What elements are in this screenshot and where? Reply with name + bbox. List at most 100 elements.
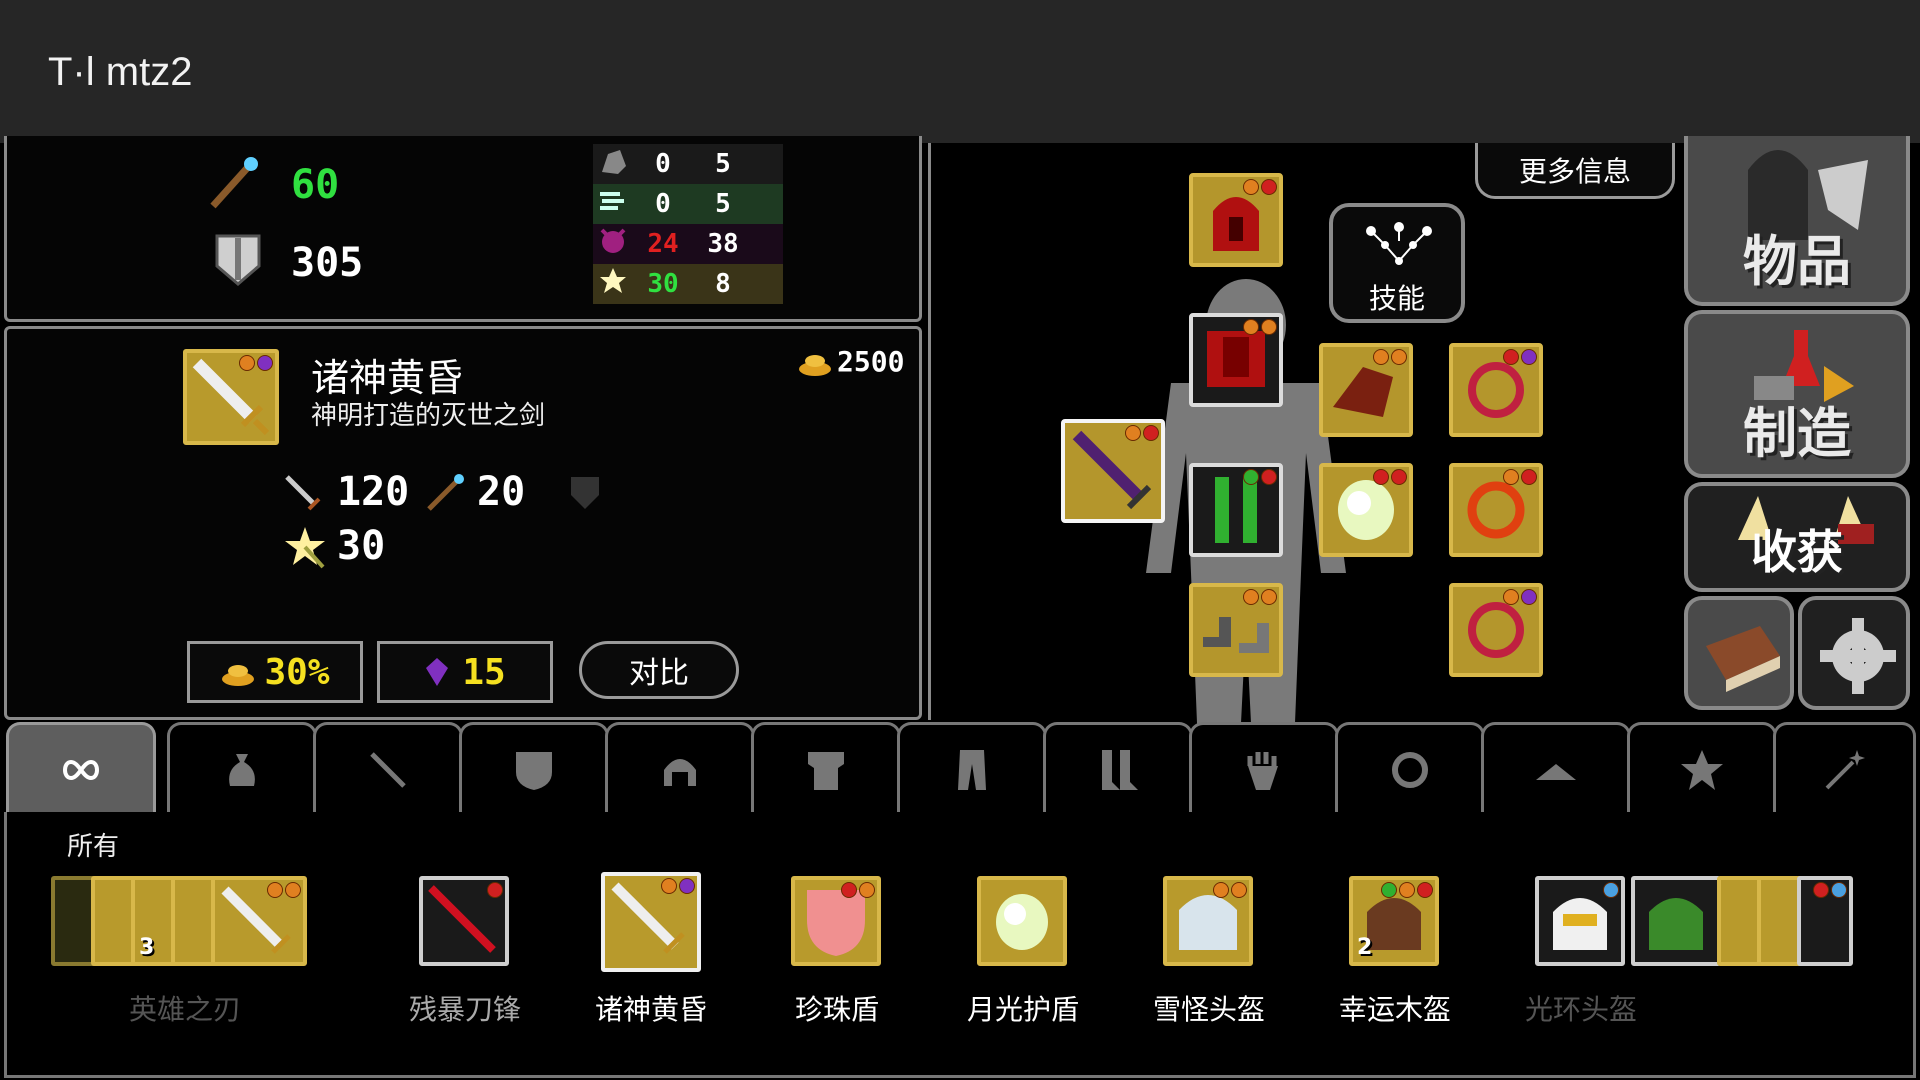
journal-button[interactable]: [1684, 596, 1794, 710]
list-item[interactable]: 雪怪头盔: [1119, 860, 1299, 1030]
boots-icon: [1102, 749, 1138, 790]
harvest-menu-button[interactable]: 收获: [1684, 482, 1910, 592]
window-titlebar: T·l mtz2: [0, 0, 1920, 143]
rock-icon: [593, 146, 633, 183]
gem-count-value: 15: [462, 651, 506, 693]
boots-slot[interactable]: [1189, 583, 1283, 677]
tab-shield[interactable]: [459, 722, 609, 814]
settings-button[interactable]: [1798, 596, 1910, 710]
gem-sockets: [1381, 882, 1433, 898]
gem-sockets: [1373, 469, 1407, 485]
resource-max: 5: [715, 189, 731, 219]
skills-label: 技能: [1368, 282, 1425, 315]
staff-stat-icon: [427, 474, 464, 511]
tab-boots[interactable]: [1043, 722, 1193, 814]
item-name: 幸运木盔: [1338, 993, 1451, 1026]
tab-wand[interactable]: [1773, 722, 1916, 814]
stats-panel: 60 305 0 5 0 5 24 38 30 8: [4, 136, 922, 322]
item-name: 诸神黄昏: [594, 993, 707, 1026]
demon-icon: [593, 226, 633, 263]
gloves-slot[interactable]: [1319, 343, 1413, 437]
inventory-list: 所有 3 英雄之刃 残暴刀锋 诸神黄昏 珍珠盾 月光护盾 雪怪头盔 2 幸运木盔…: [4, 812, 1916, 1078]
gem-sockets: [239, 355, 273, 371]
tab-pants[interactable]: [897, 722, 1047, 814]
list-item[interactable]: 残暴刀锋: [375, 860, 555, 1030]
armor-icon: [215, 234, 261, 286]
ring-slot-1[interactable]: [1449, 343, 1543, 437]
tab-helmet[interactable]: [605, 722, 755, 814]
gem-sockets: [267, 882, 301, 898]
item-frame: [1163, 876, 1253, 966]
tab-ring[interactable]: [1335, 722, 1485, 814]
wind-icon: [593, 186, 633, 223]
resource-max: 8: [715, 269, 731, 299]
resource-row: 30 8: [593, 264, 783, 304]
more-info-button[interactable]: 更多信息: [1475, 143, 1675, 199]
skills-button[interactable]: 技能: [1329, 203, 1465, 323]
shield-slot[interactable]: [1319, 463, 1413, 557]
moon-shield-icon: [996, 894, 1048, 950]
item-frame: 2: [1349, 876, 1439, 966]
gold-bonus-box: 30%: [187, 641, 363, 703]
hat-icon: [1536, 763, 1576, 780]
resource-max: 38: [707, 229, 739, 259]
resource-row: 0 5: [593, 144, 783, 184]
stack-count: 2: [1357, 935, 1373, 960]
equipment-area: 更多信息 技能: [928, 143, 1684, 823]
list-item[interactable]: 月光护盾: [933, 860, 1113, 1030]
weapon-slot[interactable]: [1061, 419, 1165, 523]
item-price: 2500: [837, 345, 905, 378]
gold-pile-icon: [799, 355, 831, 376]
tab-all[interactable]: [6, 722, 156, 814]
chest-armor-icon: [808, 751, 844, 790]
list-item[interactable]: 诸神黄昏: [561, 860, 741, 1030]
item-detail-panel: 诸神黄昏 神明打造的灭世之剑 2500 120 20 30 30% 15 对比: [4, 326, 922, 720]
selected-item-frame: [183, 349, 279, 445]
gem-sockets: [1503, 349, 1537, 365]
tab-weapon[interactable]: [313, 722, 463, 814]
tab-hat[interactable]: [1481, 722, 1631, 814]
gem-sockets: [1503, 469, 1537, 485]
tab-bag[interactable]: [167, 722, 317, 814]
item-name: 雪怪头盔: [1152, 993, 1265, 1026]
tab-special[interactable]: [1627, 722, 1777, 814]
helmet-slot[interactable]: [1189, 173, 1283, 267]
resource-row: 24 38: [593, 224, 783, 264]
item-name: 光环头盔: [1524, 993, 1637, 1026]
gem-sockets: [661, 878, 695, 894]
gem-sockets: [1213, 882, 1247, 898]
legs-slot[interactable]: [1189, 463, 1283, 557]
item-frame: [1631, 876, 1721, 966]
items-menu-button[interactable]: 物品: [1684, 136, 1910, 306]
sword-icon: [370, 751, 406, 788]
tab-gloves[interactable]: [1189, 722, 1339, 814]
resource-grid: 0 5 0 5 24 38 30 8: [593, 144, 783, 304]
armor-stat-icon: [571, 477, 599, 509]
ring-slot-2[interactable]: [1449, 463, 1543, 557]
chest-slot[interactable]: [1189, 313, 1283, 407]
holy-stat-value: 30: [337, 523, 386, 569]
list-item[interactable]: 珍珠盾: [747, 860, 927, 1030]
gem-sockets: [1503, 589, 1537, 605]
attack-value: 120: [337, 469, 410, 515]
list-item[interactable]: 2 幸运木盔: [1305, 860, 1485, 1030]
magic-stat-value: 20: [477, 469, 526, 515]
resource-row: 0 5: [593, 184, 783, 224]
item-frame: [791, 876, 881, 966]
gem-sockets: [1125, 425, 1159, 441]
wand-icon: [1825, 749, 1865, 789]
list-item[interactable]: 光环头盔: [1491, 860, 1853, 1030]
gem-sockets: [1373, 349, 1407, 365]
gem-sockets: [1243, 589, 1277, 605]
list-item[interactable]: 3 英雄之刃: [51, 860, 307, 1030]
tab-chest[interactable]: [751, 722, 901, 814]
compare-button[interactable]: 对比: [579, 641, 739, 699]
sword-stat-icon: [285, 475, 321, 511]
gem-sockets: [487, 882, 503, 898]
gem-sockets: [1603, 882, 1619, 898]
ring-slot-3[interactable]: [1449, 583, 1543, 677]
craft-menu-button[interactable]: 制造: [1684, 310, 1910, 478]
list-heading: 所有: [67, 832, 120, 862]
gem-sockets: [841, 882, 875, 898]
magic-value: 60: [291, 162, 340, 208]
